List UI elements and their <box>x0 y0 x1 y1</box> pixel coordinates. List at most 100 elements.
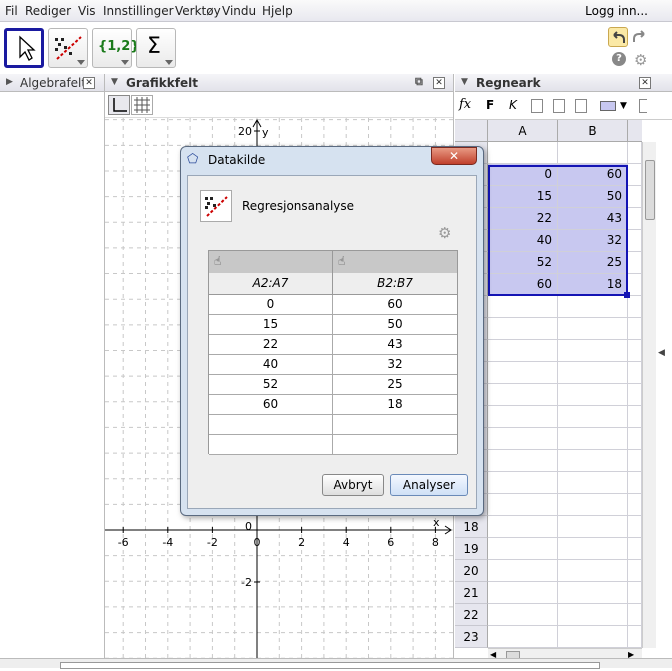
cell-b[interactable]: 50 <box>558 186 628 208</box>
sum-tool-button[interactable]: Σ <box>136 28 176 68</box>
close-icon[interactable]: ✕ <box>639 77 651 89</box>
cell-a[interactable] <box>488 472 558 494</box>
dropdown-arrow-icon[interactable]: ▼ <box>620 101 627 111</box>
vertical-scrollbar[interactable] <box>642 142 656 648</box>
bold-button[interactable]: F <box>486 98 494 112</box>
data-cell[interactable]: 60 <box>333 295 457 315</box>
col1-range-header[interactable]: A2:A7 <box>209 273 333 295</box>
cell-a[interactable] <box>488 494 558 516</box>
move-tool-button[interactable] <box>4 28 44 68</box>
menu-verktoy[interactable]: Verktøy <box>175 4 221 18</box>
data-cell[interactable]: 0 <box>209 295 333 315</box>
cell-c[interactable] <box>628 230 642 252</box>
cell-c[interactable] <box>628 472 642 494</box>
cell-c[interactable] <box>628 142 642 164</box>
data-cell[interactable]: 50 <box>333 315 457 335</box>
column-header-a[interactable]: A <box>488 120 558 142</box>
cell-b[interactable]: 25 <box>558 252 628 274</box>
cell-b[interactable] <box>558 428 628 450</box>
cell-a[interactable] <box>488 318 558 340</box>
help-icon[interactable]: ? <box>612 52 626 66</box>
cell-a[interactable] <box>488 450 558 472</box>
cell-b[interactable] <box>558 604 628 626</box>
data-cell[interactable] <box>209 435 333 455</box>
redo-button[interactable] <box>631 27 651 47</box>
cell-b[interactable]: 43 <box>558 208 628 230</box>
cell-a[interactable] <box>488 340 558 362</box>
cell-a[interactable] <box>488 626 558 648</box>
collapse-triangle-icon[interactable]: ▼ <box>461 77 468 87</box>
cell-a[interactable] <box>488 362 558 384</box>
align-right-icon[interactable] <box>575 99 587 113</box>
col2-source-header[interactable]: ☝ <box>333 251 457 273</box>
cell-c[interactable] <box>628 494 642 516</box>
data-cell[interactable]: 40 <box>209 355 333 375</box>
align-left-icon[interactable] <box>531 99 543 113</box>
menu-hjelp[interactable]: Hjelp <box>262 4 293 18</box>
cell-a[interactable] <box>488 384 558 406</box>
cell-a[interactable] <box>488 142 558 164</box>
data-cell[interactable]: 52 <box>209 375 333 395</box>
close-icon[interactable]: ✕ <box>433 77 445 89</box>
cell-b[interactable] <box>558 406 628 428</box>
cell-b[interactable] <box>558 340 628 362</box>
cell-b[interactable] <box>558 560 628 582</box>
undo-button[interactable] <box>608 27 628 47</box>
cell-b[interactable]: 18 <box>558 274 628 296</box>
cell-a[interactable]: 60 <box>488 274 558 296</box>
cell-c[interactable] <box>628 560 642 582</box>
cell-a[interactable]: 52 <box>488 252 558 274</box>
cell-c[interactable] <box>628 516 642 538</box>
row-header[interactable]: 19 <box>455 538 488 560</box>
cell-c[interactable] <box>628 604 642 626</box>
data-cell[interactable]: 43 <box>333 335 457 355</box>
cell-a[interactable]: 40 <box>488 230 558 252</box>
regression-tool-button[interactable] <box>48 28 88 68</box>
collapse-triangle-icon[interactable]: ▼ <box>111 77 118 87</box>
cell-b[interactable] <box>558 450 628 472</box>
col1-source-header[interactable]: ☝ <box>209 251 333 273</box>
cell-c[interactable] <box>628 538 642 560</box>
cell-c[interactable] <box>628 164 642 186</box>
fx-button[interactable]: fx <box>459 97 471 112</box>
fill-handle[interactable] <box>624 292 630 298</box>
data-cell[interactable]: 60 <box>209 395 333 415</box>
login-link[interactable]: Logg inn... <box>585 4 648 18</box>
cell-b[interactable] <box>558 296 628 318</box>
list-tool-button[interactable]: {1,2} <box>92 28 140 68</box>
align-center-icon[interactable] <box>553 99 565 113</box>
cell-b[interactable] <box>558 472 628 494</box>
cell-c[interactable] <box>628 384 642 406</box>
menu-vis[interactable]: Vis <box>78 4 96 18</box>
cell-a[interactable] <box>488 428 558 450</box>
scrollbar-thumb[interactable] <box>645 160 655 220</box>
data-cell[interactable]: 25 <box>333 375 457 395</box>
data-cell[interactable] <box>209 415 333 435</box>
cell-a[interactable]: 15 <box>488 186 558 208</box>
cell-a[interactable] <box>488 582 558 604</box>
menu-vindu[interactable]: Vindu <box>222 4 256 18</box>
background-color-icon[interactable] <box>600 101 616 111</box>
cell-c[interactable] <box>628 428 642 450</box>
cell-b[interactable] <box>558 538 628 560</box>
cell-a[interactable] <box>488 296 558 318</box>
cancel-button[interactable]: Avbryt <box>322 474 384 496</box>
data-cell[interactable]: 18 <box>333 395 457 415</box>
cell-b[interactable] <box>558 626 628 648</box>
cell-a[interactable] <box>488 560 558 582</box>
cell-c[interactable] <box>628 252 642 274</box>
cell-c[interactable] <box>628 406 642 428</box>
cell-c[interactable] <box>628 186 642 208</box>
cell-c[interactable] <box>628 362 642 384</box>
cell-a[interactable] <box>488 604 558 626</box>
cell-b[interactable] <box>558 516 628 538</box>
cell-c[interactable] <box>628 582 642 604</box>
cell-c[interactable] <box>628 296 642 318</box>
data-cell[interactable] <box>333 435 457 455</box>
data-cell[interactable] <box>333 415 457 435</box>
cell-a[interactable]: 22 <box>488 208 558 230</box>
row-header[interactable]: 22 <box>455 604 488 626</box>
cell-b[interactable] <box>558 362 628 384</box>
menu-rediger[interactable]: Rediger <box>25 4 71 18</box>
data-cell[interactable]: 32 <box>333 355 457 375</box>
